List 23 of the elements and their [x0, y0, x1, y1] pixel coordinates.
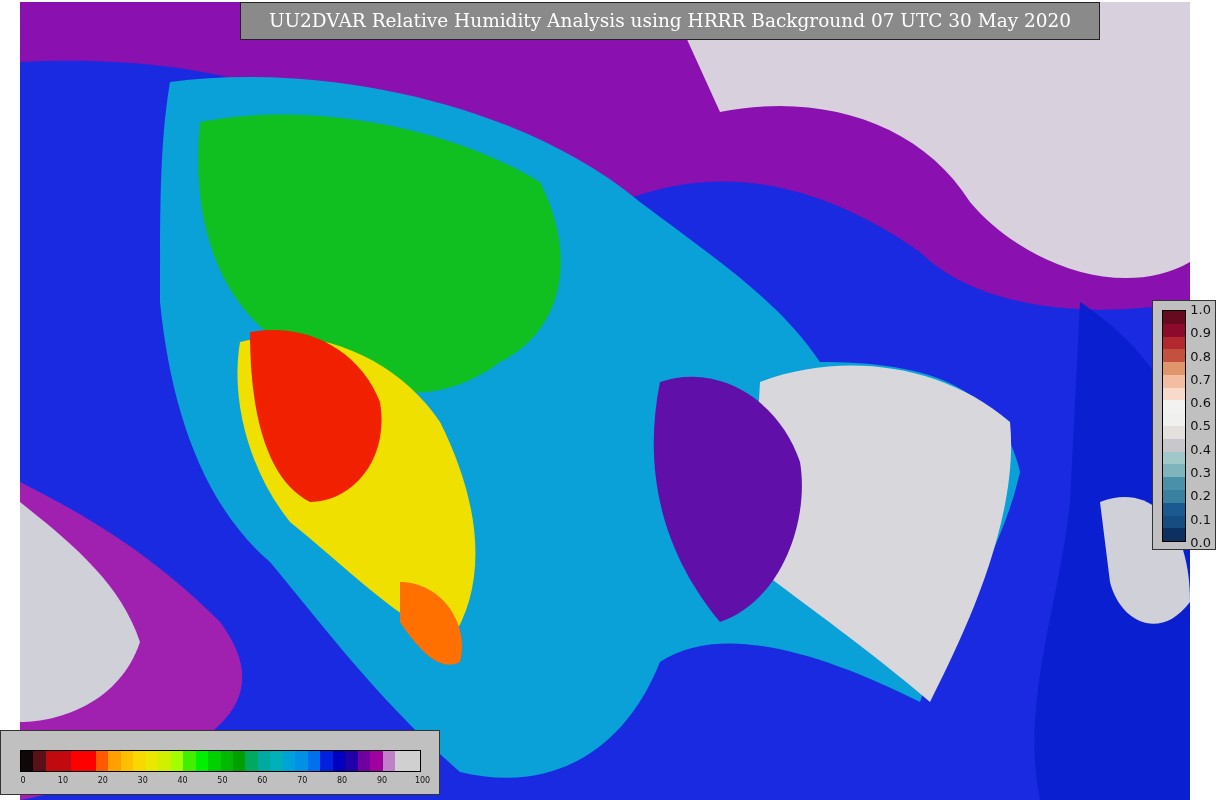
tick-label: 50	[216, 776, 229, 785]
tick-label: 0.6	[1190, 395, 1211, 411]
tick-label: 0.9	[1190, 325, 1211, 341]
tick-label: 0.4	[1190, 441, 1211, 457]
tick-label: 0.7	[1190, 371, 1211, 387]
tick-label: 40	[176, 776, 189, 785]
tick-label: 0.8	[1190, 348, 1211, 364]
tick-label: 0.3	[1190, 465, 1211, 481]
tick-label: 0.5	[1190, 418, 1211, 434]
tick-label: 0	[19, 776, 27, 785]
tick-label: 0.0	[1190, 534, 1211, 550]
tick-label: 30	[136, 776, 149, 785]
tick-label: 20	[96, 776, 109, 785]
tick-label: 1.0	[1190, 302, 1211, 317]
map-title: UU2DVAR Relative Humidity Analysis using HRRR Background 07 UTC 30 May 2020	[240, 2, 1100, 40]
tick-label: 70	[296, 776, 309, 785]
tick-label: 60	[256, 776, 269, 785]
tick-label: 100	[414, 776, 429, 785]
tick-label: 0.2	[1190, 488, 1211, 504]
tick-label: 80	[336, 776, 349, 785]
tick-label: 90	[375, 776, 389, 785]
tick-label: 0.1	[1190, 511, 1211, 527]
tick-label: 10	[56, 776, 69, 785]
